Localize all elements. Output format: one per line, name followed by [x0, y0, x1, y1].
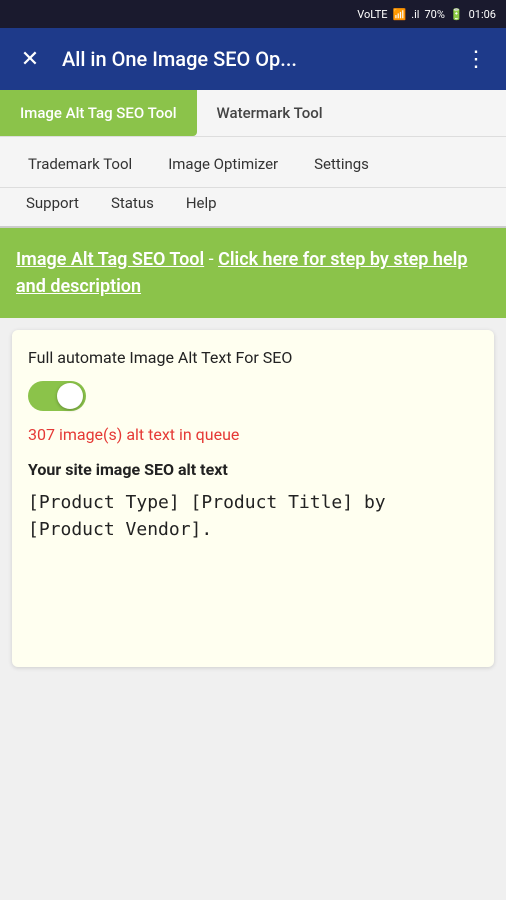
main-card: Full automate Image Alt Text For SEO 307… [12, 330, 494, 667]
menu-button[interactable]: ⋮ [460, 47, 492, 72]
queue-count-text: 307 image(s) alt text in queue [28, 425, 478, 444]
nav-image-optimizer[interactable]: Image Optimizer [150, 145, 296, 183]
nav-support[interactable]: Support [10, 188, 95, 218]
alt-text-section-label: Your site image SEO alt text [28, 460, 478, 479]
status-icons: VoLTE 📶 .il 70% 🔋 01:06 [357, 8, 496, 21]
tab-image-alt-tag-seo[interactable]: Image Alt Tag SEO Tool [0, 90, 197, 136]
toggle-label: Full automate Image Alt Text For SEO [28, 348, 478, 367]
secondary-nav-row1: Trademark Tool Image Optimizer Settings [0, 137, 506, 188]
close-button[interactable]: ✕ [14, 47, 46, 72]
wifi-icon: 📶 [393, 8, 407, 21]
nav-status[interactable]: Status [95, 188, 170, 218]
info-banner: Image Alt Tag SEO Tool - Click here for … [0, 228, 506, 318]
nav-settings[interactable]: Settings [296, 145, 387, 183]
tab-watermark-tool[interactable]: Watermark Tool [197, 90, 343, 136]
time-display: 01:06 [469, 8, 496, 21]
banner-separator: - [204, 249, 218, 270]
battery-text: 70% [424, 8, 444, 21]
app-header: ✕ All in One Image SEO Op... ⋮ [0, 28, 506, 90]
banner-text: Image Alt Tag SEO Tool - Click here for … [16, 246, 490, 300]
automate-toggle[interactable] [28, 381, 86, 411]
primary-tab-bar: Image Alt Tag SEO Tool Watermark Tool [0, 90, 506, 137]
nav-trademark-tool[interactable]: Trademark Tool [10, 145, 150, 183]
nav-help[interactable]: Help [170, 188, 233, 218]
banner-tool-name[interactable]: Image Alt Tag SEO Tool [16, 249, 204, 270]
network-icon: .il [411, 8, 419, 21]
automate-toggle-wrapper [28, 381, 478, 411]
status-bar: VoLTE 📶 .il 70% 🔋 01:06 [0, 0, 506, 28]
toggle-knob [57, 383, 83, 409]
secondary-nav-row2: Support Status Help [0, 188, 506, 228]
alt-text-value: [Product Type] [Product Title] by [Produ… [28, 489, 478, 649]
battery-icon: 🔋 [450, 8, 464, 21]
volte-icon: VoLTE [357, 8, 387, 21]
app-title: All in One Image SEO Op... [62, 47, 444, 71]
